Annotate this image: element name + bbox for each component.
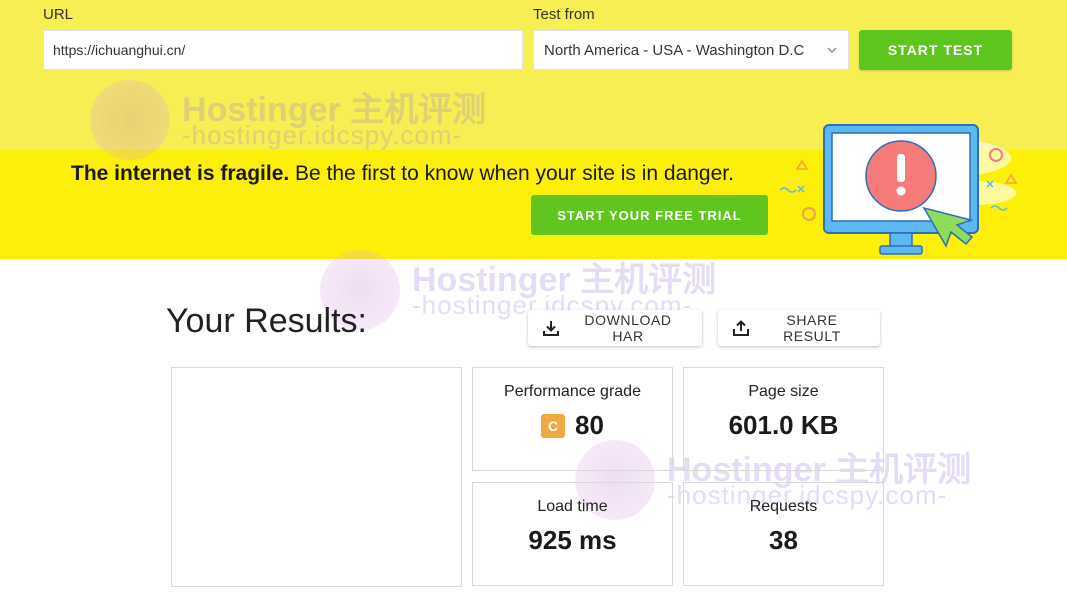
page-size-card: Page size 601.0 KB: [683, 367, 884, 471]
test-from-label: Test from: [533, 6, 595, 23]
performance-grade-label: Performance grade: [504, 383, 641, 400]
performance-grade-card: Performance grade C 80: [472, 367, 673, 471]
promo-headline-bold: The internet is fragile.: [71, 162, 290, 185]
requests-card: Requests 38: [683, 482, 884, 586]
url-label: URL: [43, 6, 74, 23]
share-result-button[interactable]: SHARE RESULT: [718, 310, 880, 346]
results-title: Your Results:: [166, 302, 367, 340]
download-har-button[interactable]: DOWNLOAD HAR: [528, 310, 702, 346]
requests-label: Requests: [749, 498, 818, 515]
performance-grade-value: C 80: [473, 410, 672, 441]
requests-value: 38: [769, 525, 798, 555]
page-size-value: 601.0 KB: [728, 410, 839, 440]
free-trial-button[interactable]: START YOUR FREE TRIAL: [531, 195, 768, 235]
start-test-button[interactable]: START TEST: [859, 30, 1012, 70]
page-size-label: Page size: [748, 383, 819, 400]
monitor-alert-illustration: [779, 124, 1018, 255]
load-time-card: Load time 925 ms: [472, 482, 673, 586]
test-location-select[interactable]: North America - USA - Washington D.C: [533, 30, 849, 70]
performance-score: 80: [575, 410, 604, 440]
test-location-value: North America - USA - Washington D.C: [544, 41, 805, 59]
load-time-label: Load time: [537, 498, 608, 515]
download-icon: [543, 321, 559, 336]
chevron-down-icon: [827, 47, 837, 53]
download-har-label: DOWNLOAD HAR: [584, 312, 672, 344]
promo-headline: The internet is fragile. Be the first to…: [71, 162, 734, 186]
promo-headline-rest: Be the first to know when your site is i…: [289, 162, 734, 185]
load-time-value: 925 ms: [528, 525, 617, 555]
grade-badge: C: [541, 413, 566, 438]
share-result-label: SHARE RESULT: [783, 312, 841, 344]
url-input[interactable]: [43, 30, 523, 70]
share-icon: [733, 320, 749, 336]
screenshot-thumbnail: [171, 367, 462, 587]
watermark-title: Hostinger 主机评测: [412, 261, 717, 299]
